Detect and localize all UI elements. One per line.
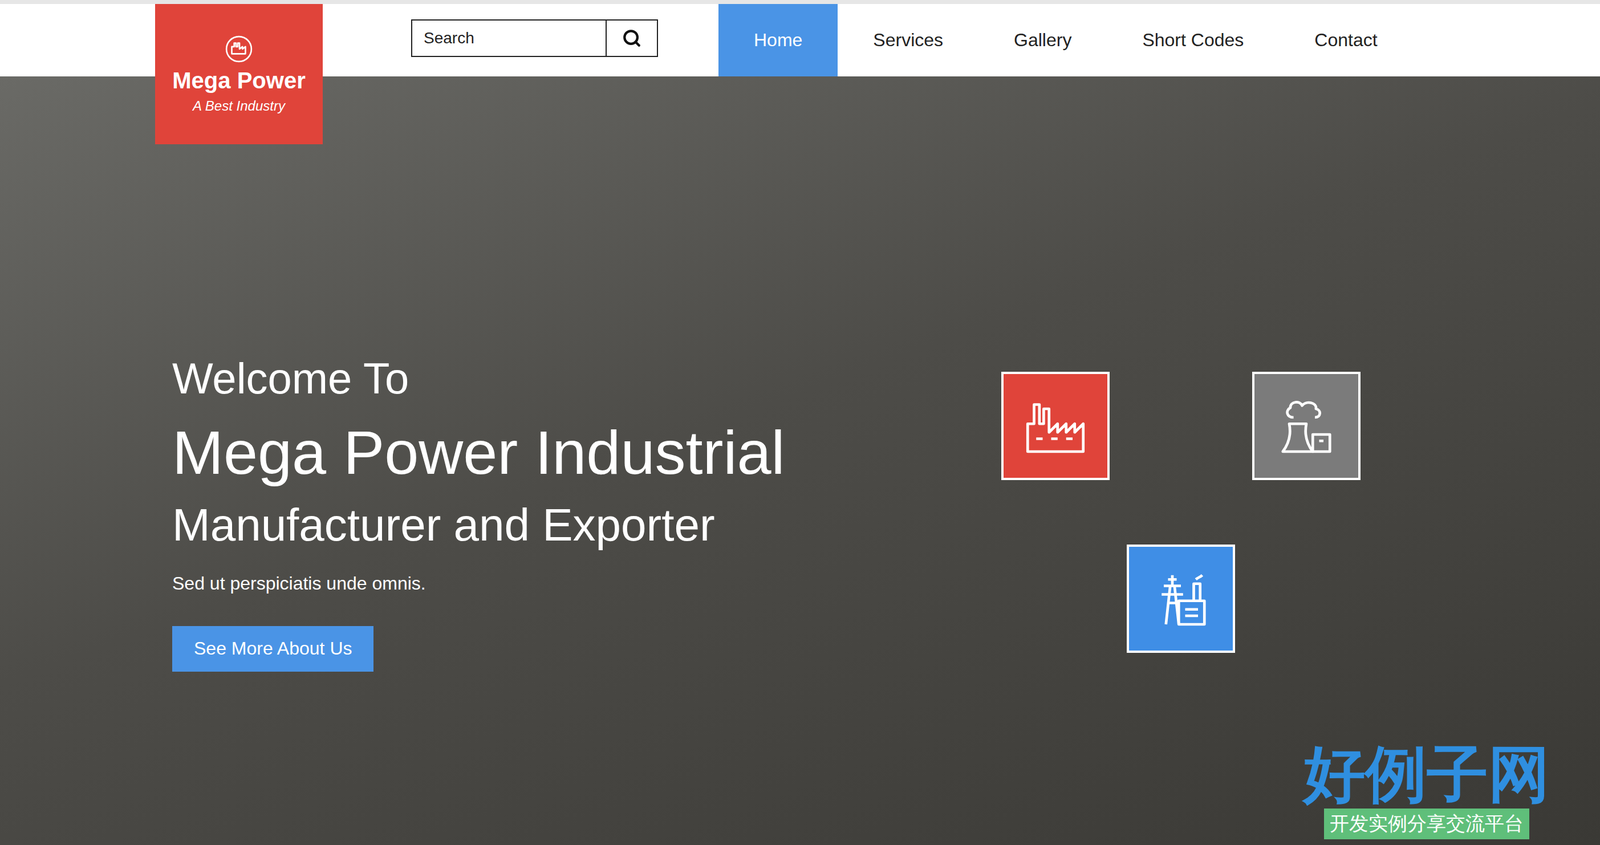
nav-item[interactable]: Gallery	[978, 3, 1107, 77]
watermark-subtitle: 开发实例分享交流平台	[1324, 808, 1530, 840]
nav-item[interactable]: Services	[837, 3, 979, 77]
about-button[interactable]: See More About Us	[172, 626, 374, 672]
hero-photo: Welcome To Mega Power Industrial Manufactu…	[0, 76, 1600, 845]
logo-title: Mega Power	[172, 67, 306, 94]
main-nav: HomeServicesGalleryShort CodesContact	[718, 3, 1413, 77]
factory-icon	[1021, 391, 1090, 461]
hero-welcome: Welcome To	[172, 352, 982, 405]
search-input[interactable]	[412, 20, 606, 56]
nav-item[interactable]: Home	[718, 3, 838, 77]
feature-tile[interactable]	[1001, 371, 1110, 481]
nav-item[interactable]: Short Codes	[1106, 3, 1279, 77]
hero-description: Sed ut perspiciatis unde omnis.	[172, 573, 982, 595]
page: Mega Power A Best Industry HomeServicesGal…	[0, 0, 1600, 845]
search-icon	[622, 28, 642, 48]
search-button[interactable]	[605, 20, 657, 56]
power-plant-icon	[1272, 391, 1341, 461]
hero-text: Welcome To Mega Power Industrial Manufactu…	[172, 352, 982, 672]
hero-title: Mega Power Industrial	[172, 415, 982, 490]
logo-factory-icon	[224, 34, 254, 64]
refinery-icon	[1146, 564, 1216, 633]
nav-item[interactable]: Contact	[1278, 3, 1413, 77]
feature-tile[interactable]	[1252, 371, 1361, 481]
search-form	[411, 19, 659, 58]
logo[interactable]: Mega Power A Best Industry	[155, 3, 323, 145]
watermark: 好例子网开发实例分享交流平台	[1303, 740, 1550, 840]
hero-subtitle: Manufacturer and Exporter	[172, 497, 982, 553]
header: Mega PowerA Best IndustryHomeServicesGal…	[0, 0, 1600, 77]
feature-grid	[1001, 371, 1361, 653]
logo-tagline: A Best Industry	[192, 98, 286, 115]
feature-tile[interactable]	[1126, 544, 1236, 653]
watermark-title: 好例子网	[1303, 740, 1550, 809]
